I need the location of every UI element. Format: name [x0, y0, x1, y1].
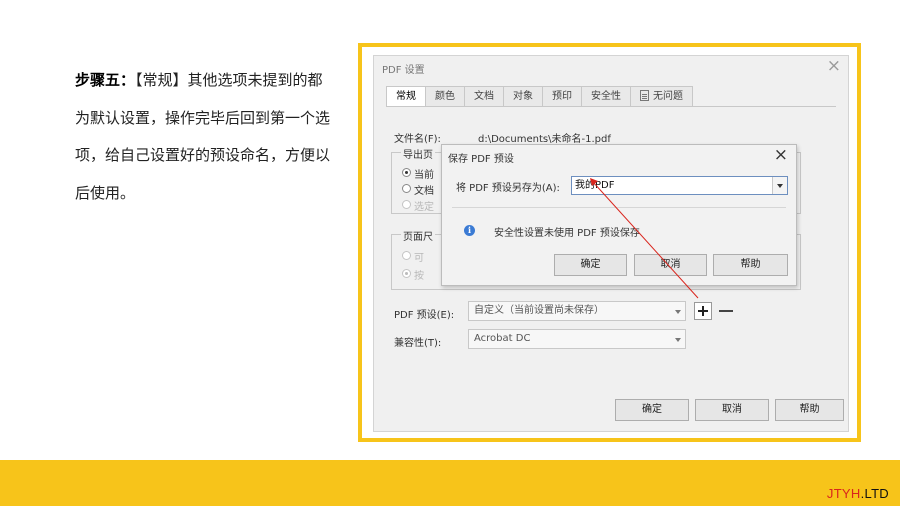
- tab-no-issues-label: 无问题: [653, 91, 683, 102]
- remove-preset-button[interactable]: [719, 310, 733, 312]
- tab-color[interactable]: 颜色: [425, 86, 465, 106]
- brand-part2: .LTD: [860, 486, 889, 501]
- tab-no-issues[interactable]: 无问题: [630, 86, 693, 106]
- pdf-settings-dialog: PDF 设置 × 常规 颜色 文档 对象 预印 安全性 无问题 文件名(F): …: [373, 55, 849, 432]
- page-size-radio-1[interactable]: [402, 251, 411, 260]
- save-preset-dialog: 保存 PDF 预设 × 将 PDF 预设另存为(A): 我的PDF i 安全性设…: [441, 144, 797, 286]
- help-button[interactable]: 帮助: [775, 399, 844, 421]
- close-icon[interactable]: ×: [827, 56, 841, 76]
- chevron-down-icon: [675, 310, 681, 314]
- document-icon: [640, 90, 649, 101]
- add-preset-button[interactable]: [694, 302, 712, 320]
- footer-bar: JTYH.LTD: [0, 460, 900, 506]
- export-option-current: 当前: [414, 170, 434, 181]
- dialog-title: PDF 设置: [382, 65, 425, 76]
- preset-select[interactable]: 自定义（当前设置尚未保存）: [468, 301, 686, 321]
- tab-objects[interactable]: 对象: [503, 86, 543, 106]
- instruction-body: 【常规】其他选项未提到的都为默认设置，操作完毕后回到第一个选项，给自己设置好的预…: [75, 71, 331, 202]
- cancel-button[interactable]: 取消: [695, 399, 769, 421]
- save-ok-button[interactable]: 确定: [554, 254, 627, 276]
- preset-label: PDF 预设(E):: [394, 310, 455, 321]
- info-text: 安全性设置未使用 PDF 预设保存: [494, 228, 640, 239]
- page-size-group-label: 页面尺: [401, 228, 435, 243]
- page-size-radio-2[interactable]: [402, 269, 411, 278]
- tab-security[interactable]: 安全性: [581, 86, 631, 106]
- instruction-text: 步骤五：【常规】其他选项未提到的都为默认设置，操作完毕后回到第一个选项，给自己设…: [75, 62, 330, 212]
- tab-general[interactable]: 常规: [386, 86, 426, 107]
- compat-select[interactable]: Acrobat DC: [468, 329, 686, 349]
- chevron-down-icon[interactable]: [772, 177, 787, 194]
- divider: [452, 207, 786, 208]
- save-dialog-title: 保存 PDF 预设: [448, 154, 514, 165]
- export-group-label: 导出页: [401, 146, 435, 161]
- compat-value: Acrobat DC: [474, 333, 531, 344]
- tab-prepress[interactable]: 预印: [542, 86, 582, 106]
- ok-button[interactable]: 确定: [615, 399, 689, 421]
- preset-name-value: 我的PDF: [575, 180, 615, 191]
- tab-document[interactable]: 文档: [464, 86, 504, 106]
- brand-part1: JTYH: [826, 486, 861, 501]
- page-size-option-1: 可: [414, 253, 424, 264]
- compat-label: 兼容性(T):: [394, 338, 442, 349]
- export-radio-document[interactable]: [402, 184, 411, 193]
- export-option-document: 文档: [414, 186, 434, 197]
- preset-name-input[interactable]: 我的PDF: [571, 176, 788, 195]
- export-option-selection: 选定: [414, 202, 434, 213]
- filename-label: 文件名(F):: [394, 134, 441, 145]
- tab-panel-border: [386, 106, 836, 107]
- close-icon[interactable]: ×: [774, 145, 788, 165]
- tab-bar: 常规 颜色 文档 对象 预印 安全性 无问题: [386, 86, 693, 107]
- screenshot-frame: PDF 设置 × 常规 颜色 文档 对象 预印 安全性 无问题 文件名(F): …: [358, 43, 861, 442]
- saveas-label: 将 PDF 预设另存为(A):: [456, 183, 560, 194]
- export-radio-current[interactable]: [402, 168, 411, 177]
- chevron-down-icon: [675, 338, 681, 342]
- brand-logo: JTYH.LTD: [827, 486, 889, 501]
- save-help-button[interactable]: 帮助: [713, 254, 788, 276]
- filename-value: d:\Documents\未命名-1.pdf: [478, 134, 611, 145]
- page-size-option-2: 按: [414, 271, 424, 282]
- info-icon: i: [464, 225, 475, 236]
- save-cancel-button[interactable]: 取消: [634, 254, 707, 276]
- step-label: 步骤五：: [75, 71, 136, 89]
- preset-value: 自定义（当前设置尚未保存）: [474, 305, 604, 316]
- export-radio-selection[interactable]: [402, 200, 411, 209]
